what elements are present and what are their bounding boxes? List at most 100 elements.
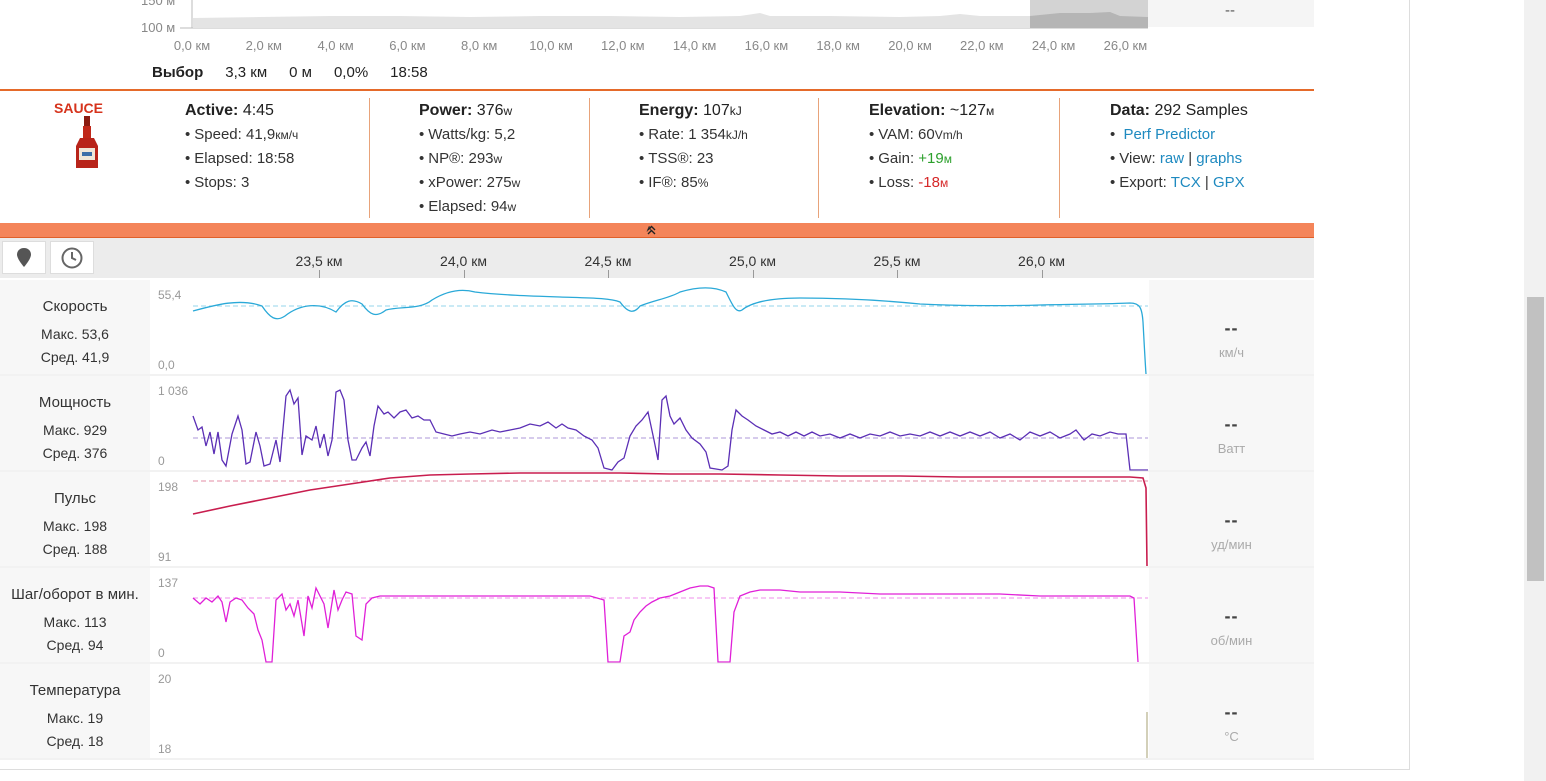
elevation-label: Elevation:: [869, 102, 946, 119]
elevation-x-tick: 10,0 км: [529, 38, 573, 53]
metric-value-panel: -- об/мин: [1149, 568, 1314, 662]
metric-current-value: --: [1224, 414, 1239, 434]
section-divider: [0, 89, 1314, 91]
metric-label-panel: Пульс Макс. 198 Сред. 188: [0, 472, 150, 566]
metric-current-value: --: [1224, 702, 1239, 722]
elevation-x-tick: 0,0 км: [173, 38, 211, 53]
metric-max: Макс. 113: [43, 614, 107, 630]
rate-label: Rate:: [648, 126, 685, 143]
tss-value: 23: [696, 150, 714, 167]
metric-y-max: 20: [158, 672, 172, 686]
metric-plot[interactable]: [150, 280, 1149, 374]
metric-label-panel: Шаг/оборот в мин. Макс. 113 Сред. 94: [0, 568, 150, 662]
double-chevron-up-icon[interactable]: [647, 225, 656, 235]
metric-title: Скорость: [42, 298, 108, 315]
metric-unit: Ватт: [1217, 441, 1246, 456]
perf-predictor-link[interactable]: Perf Predictor: [1123, 126, 1215, 143]
chart-x-tickmark: [319, 270, 320, 278]
metric-y-max: 1 036: [158, 384, 189, 398]
power-elapsed-unit: w: [507, 200, 517, 214]
scrollbar-thumb[interactable]: [1527, 297, 1544, 581]
distance-mode-button[interactable]: [2, 241, 46, 274]
export-label: Export:: [1119, 174, 1167, 191]
metric-y-min: 0: [158, 454, 165, 468]
power-value: 376: [476, 102, 504, 119]
wkg-value: 5,2: [494, 126, 516, 143]
if-value: 85: [681, 174, 698, 191]
elevation-x-tick: 4,0 км: [317, 38, 354, 53]
metric-title: Пульс: [53, 490, 97, 507]
metric-title: Мощность: [38, 394, 112, 411]
metric-max: Макс. 929: [42, 422, 108, 438]
content-border-bottom: [0, 769, 1410, 770]
export-tcx-link[interactable]: TCX: [1171, 174, 1201, 191]
metric-y-min: 0,0: [158, 358, 175, 372]
clock-icon: [61, 247, 83, 269]
metric-value-panel: -- Ватт: [1149, 376, 1314, 470]
stats-data: Data: 292 Samples Perf Predictor View: r…: [1110, 99, 1248, 195]
metric-y-min: 0: [158, 646, 165, 660]
metric-value-panel: -- °C: [1149, 664, 1314, 758]
export-gpx-link[interactable]: GPX: [1213, 174, 1245, 191]
selection-label: Выбор: [152, 64, 204, 81]
stats-separator: [589, 98, 590, 218]
chart-x-tickmark: [1041, 270, 1043, 278]
metric-unit: °C: [1224, 729, 1239, 744]
metric-label-panel: Температура Макс. 19 Сред. 18: [0, 664, 150, 758]
speed-value: 41,9: [245, 126, 276, 143]
metric-y-min: 91: [158, 550, 172, 564]
elevation-unit: м: [985, 104, 995, 118]
view-graphs-link[interactable]: graphs: [1196, 150, 1242, 167]
view-raw-link[interactable]: raw: [1160, 150, 1184, 167]
metric-max: Макс. 198: [42, 518, 108, 534]
gain-unit: м: [943, 152, 952, 166]
elevation-x-tick: 14,0 км: [672, 38, 717, 53]
metric-label-panel: Скорость Макс. 53,6 Сред. 41,9: [0, 280, 150, 374]
xpower-unit: w: [511, 176, 521, 190]
metric-plot[interactable]: [150, 472, 1149, 566]
metric-avg: Сред. 188: [42, 541, 108, 557]
elapsed-value: 18:58: [256, 150, 295, 167]
chart-x-tick: 26,0 км: [1018, 253, 1065, 269]
metric-plot[interactable]: [150, 568, 1149, 662]
metric-plot[interactable]: [150, 376, 1149, 470]
stats-active: Active: 4:45 Speed: 41,9км/ч Elapsed: 18…: [185, 99, 298, 195]
if-label: IF®:: [648, 174, 677, 191]
selection-grade: 0,0%: [333, 64, 369, 81]
metric-y-max: 137: [158, 576, 179, 590]
rate-unit: kJ/h: [725, 128, 748, 142]
time-mode-button[interactable]: [50, 241, 94, 274]
chart-x-tick: 25,0 км: [729, 253, 776, 269]
metric-plot[interactable]: [150, 664, 1149, 758]
metric-current-value: --: [1224, 606, 1239, 626]
selection-time: 18:58: [390, 64, 428, 81]
stops-value: 3: [240, 174, 250, 191]
collapse-bar[interactable]: [0, 223, 1314, 238]
energy-unit: kJ: [729, 104, 742, 118]
vam-value: 60: [918, 126, 935, 143]
elevation-x-tick: 8,0 км: [461, 38, 498, 53]
stats-separator: [818, 98, 819, 218]
energy-value: 107: [703, 102, 730, 119]
data-label: Data:: [1110, 102, 1151, 119]
metric-title: Шаг/оборот в мин.: [11, 586, 139, 603]
gain-value: +19: [918, 150, 944, 167]
rate-value: 1 354: [688, 126, 726, 143]
np-value: 293: [468, 150, 494, 167]
metric-y-max: 198: [158, 480, 179, 494]
loss-unit: м: [939, 176, 949, 190]
loss-value: -18: [918, 174, 940, 191]
metric-max: Макс. 53,6: [41, 326, 109, 342]
metric-current-value: --: [1224, 318, 1239, 338]
map-pin-icon: [17, 248, 31, 267]
metric-unit: уд/мин: [1211, 537, 1252, 552]
tss-label: TSS®:: [648, 150, 693, 167]
elevation-x-tick: 12,0 км: [601, 38, 645, 53]
speed-label: Speed:: [194, 126, 242, 143]
metric-avg: Сред. 376: [42, 445, 108, 461]
elevation-ylabel-top: 150 м: [141, 0, 176, 8]
chart-x-tick: 25,5 км: [873, 253, 921, 269]
energy-label: Energy:: [639, 102, 699, 119]
speed-unit: км/ч: [275, 128, 299, 142]
np-label: NP®:: [428, 150, 465, 167]
